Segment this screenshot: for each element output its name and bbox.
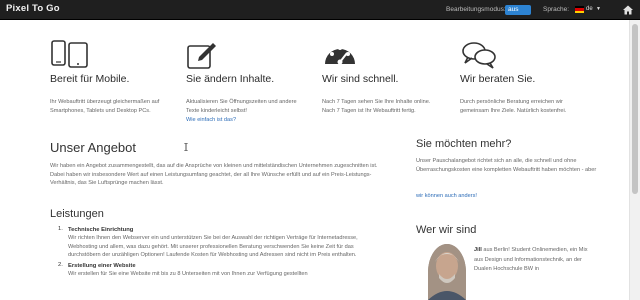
feature-text: Durch persönliche Beratung erreichen wir… bbox=[460, 99, 567, 114]
devices-icon bbox=[51, 40, 88, 68]
profile-text: Jill aus Berlin! Student Onlinemedien, e… bbox=[474, 246, 594, 275]
pencil-icon bbox=[187, 43, 216, 69]
more-text: Unser Pauschalangebot richtet sich an al… bbox=[416, 158, 597, 173]
offer-heading: Unser Angebot bbox=[50, 140, 137, 155]
language-label: Sprache: bbox=[543, 6, 570, 13]
feature-title: Bereit für Mobile. bbox=[50, 73, 130, 85]
german-flag-icon bbox=[575, 6, 584, 13]
edit-mode-label: Bearbeitungsmodus: bbox=[446, 6, 506, 13]
text-cursor-icon bbox=[184, 143, 188, 151]
feature-text: Ihr Webauftritt überzeugt gleichermaßen … bbox=[50, 99, 160, 114]
brand-logo[interactable]: Pixel To Go bbox=[6, 3, 60, 14]
feature-text: Nach 7 Tagen sehen Sie Ihre Inhalte onli… bbox=[322, 99, 431, 114]
language-select[interactable]: de ▼ bbox=[575, 5, 603, 15]
item-title: Technische Einrichtung bbox=[68, 227, 134, 233]
top-navbar: Pixel To Go Bearbeitungsmodus: aus Sprac… bbox=[0, 0, 640, 20]
services-list: 1. Technische Einrichtung Wir richten Ih… bbox=[58, 226, 358, 280]
edit-mode-value: aus bbox=[508, 6, 519, 13]
scrollbar-thumb[interactable] bbox=[632, 24, 638, 194]
item-number: 1. bbox=[58, 226, 63, 232]
chat-bubbles-icon bbox=[462, 42, 496, 69]
home-icon[interactable] bbox=[622, 4, 634, 16]
language-value: de bbox=[586, 6, 593, 12]
profile-photo bbox=[428, 244, 466, 300]
other-options-link[interactable]: wir können auch anders! bbox=[416, 193, 477, 199]
feature-title: Sie ändern Inhalte. bbox=[186, 73, 275, 85]
profile-name: Jill bbox=[474, 247, 482, 253]
offer-text: Wir haben ein Angebot zusammengestellt, … bbox=[50, 163, 378, 187]
about-heading: Wer wir sind bbox=[416, 224, 477, 236]
chevron-down-icon: ▼ bbox=[596, 6, 601, 12]
item-text: Wir richten Ihnen den Webserver ein und … bbox=[68, 235, 358, 258]
item-title: Erstellung einer Website bbox=[68, 262, 136, 269]
list-item: 1. Technische Einrichtung Wir richten Ih… bbox=[58, 226, 358, 260]
edit-mode-toggle[interactable]: aus bbox=[505, 5, 531, 15]
page-scrollbar[interactable] bbox=[629, 20, 640, 300]
how-easy-link[interactable]: Wie einfach ist das? bbox=[186, 117, 236, 123]
profile-description: aus Berlin! Student Onlinemedien, ein Mi… bbox=[474, 247, 588, 272]
feature-text: Aktualisieren Sie Öffnungszeiten und and… bbox=[186, 99, 297, 114]
item-text: Wir erstellen für Sie eine Website mit b… bbox=[68, 270, 308, 277]
list-item: 2. Erstellung einer Website Wir erstelle… bbox=[58, 262, 358, 279]
feature-title: Wir sind schnell. bbox=[322, 73, 399, 85]
feature-title: Wir beraten Sie. bbox=[460, 73, 536, 85]
more-heading: Sie möchten mehr? bbox=[416, 138, 512, 150]
item-number: 2. bbox=[58, 261, 63, 268]
speedometer-icon bbox=[325, 46, 355, 65]
services-heading: Leistungen bbox=[50, 208, 104, 220]
